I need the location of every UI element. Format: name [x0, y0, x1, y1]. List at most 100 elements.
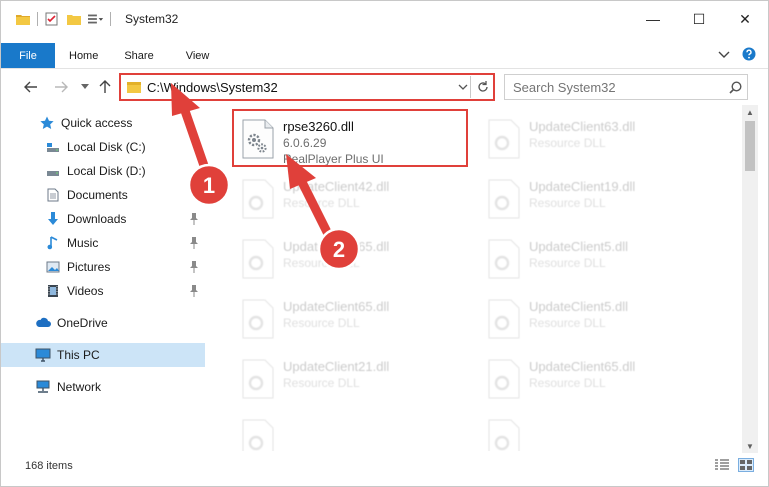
sidebar-item-label: Local Disk (C:)	[67, 140, 146, 154]
sidebar-item-quick-access[interactable]: Quick access	[1, 111, 205, 135]
list-item[interactable]: UpdateClient65.dll Resource DLL	[233, 231, 473, 291]
sidebar-item-this-pc[interactable]: This PC	[1, 343, 205, 367]
pin-icon[interactable]	[189, 237, 199, 249]
drive-icon	[45, 139, 61, 155]
ribbon-tabs: File Home Share View	[1, 43, 768, 69]
customize-toolbar-icon[interactable]	[88, 11, 104, 27]
file-type: Resource DLL	[529, 196, 606, 210]
list-item[interactable]: UpdateClient63.dll Resource DLL	[479, 111, 719, 171]
file-name: UpdateClient65.dll	[283, 239, 390, 254]
navigation-pane: Quick access Local Disk (C:) Local Disk …	[1, 109, 207, 449]
sidebar-item-label: Network	[57, 380, 102, 394]
forward-arrow-icon[interactable]	[51, 77, 71, 97]
pin-icon[interactable]	[189, 261, 199, 273]
file-name: UpdateClient5.dll	[529, 239, 629, 254]
close-button[interactable]: ✕	[722, 1, 768, 37]
sidebar-item-pictures[interactable]: Pictures	[1, 255, 205, 279]
refresh-icon[interactable]	[473, 76, 493, 98]
back-arrow-icon[interactable]	[21, 77, 41, 97]
address-bar[interactable]: C:\Windows\System32	[119, 73, 495, 101]
tab-file[interactable]: File	[1, 43, 55, 68]
dll-gear-icon	[488, 299, 520, 339]
file-type: Resource DLL	[283, 316, 360, 330]
tab-home[interactable]: Home	[55, 43, 112, 68]
sidebar-item-local-disk-c[interactable]: Local Disk (C:)	[1, 135, 205, 159]
dll-gear-icon	[488, 239, 520, 279]
sidebar-item-label: Videos	[67, 284, 104, 298]
up-arrow-icon[interactable]	[95, 77, 115, 97]
file-name: UpdateClient42.dll	[283, 179, 390, 194]
file-details: UpdateClient21.dll Resource DLL	[283, 359, 389, 391]
music-icon	[45, 235, 61, 251]
sidebar-item-network[interactable]: Network	[1, 375, 205, 399]
address-dropdown-icon[interactable]	[455, 76, 471, 98]
scroll-up-icon[interactable]: ▲	[742, 105, 758, 119]
details-view-icon[interactable]	[714, 458, 730, 472]
ribbon-right	[718, 47, 756, 64]
list-item[interactable]: UpdateClient65.dll Resource DLL	[479, 351, 719, 411]
star-icon	[39, 115, 55, 131]
file-details: UpdateClient5.dll Resource DLL	[529, 299, 628, 331]
folder-icon	[127, 81, 141, 93]
search-icon[interactable]	[723, 80, 747, 94]
toolbar-separator	[37, 12, 38, 26]
expand-ribbon-icon[interactable]	[718, 49, 730, 63]
sidebar-item-videos[interactable]: Videos	[1, 279, 205, 303]
dll-gear-icon	[242, 419, 274, 451]
file-type: Resource DLL	[529, 256, 606, 270]
videos-icon	[45, 283, 61, 299]
highlight-box	[232, 109, 468, 167]
sidebar-item-local-disk-d[interactable]: Local Disk (D:)	[1, 159, 205, 183]
list-item[interactable]: UpdateClient19.dll Resource DLL	[479, 171, 719, 231]
tiles-view-icon[interactable]	[738, 458, 754, 472]
pictures-icon	[45, 259, 61, 275]
recent-locations-icon[interactable]	[75, 77, 95, 97]
minimize-button[interactable]: —	[630, 1, 676, 37]
maximize-button[interactable]: ☐	[676, 1, 722, 37]
list-item[interactable]	[479, 411, 719, 451]
search-input[interactable]	[513, 79, 723, 95]
cloud-icon	[35, 315, 51, 331]
list-item[interactable]	[233, 411, 473, 451]
title-bar: System32 — ☐ ✕	[1, 1, 768, 37]
sidebar-item-onedrive[interactable]: OneDrive	[1, 311, 205, 335]
file-details: UpdateClient65.dll Resource DLL	[283, 239, 389, 271]
sidebar-item-label: Documents	[67, 188, 128, 202]
list-item[interactable]: UpdateClient65.dll Resource DLL	[233, 291, 473, 351]
sidebar-item-downloads[interactable]: Downloads	[1, 207, 205, 231]
vertical-scrollbar[interactable]: ▲ ▼	[742, 105, 758, 453]
list-item[interactable]: UpdateClient42.dll Resource DLL	[233, 171, 473, 231]
pin-icon[interactable]	[189, 213, 199, 225]
tab-share[interactable]: Share	[112, 43, 167, 68]
documents-icon	[45, 187, 61, 203]
search-box[interactable]	[504, 74, 748, 100]
tab-view[interactable]: View	[168, 43, 224, 68]
dll-gear-icon	[242, 299, 274, 339]
sidebar-item-music[interactable]: Music	[1, 231, 205, 255]
list-item[interactable]: UpdateClient5.dll Resource DLL	[479, 291, 719, 351]
scrollbar-thumb[interactable]	[745, 121, 755, 171]
help-icon[interactable]	[742, 47, 756, 64]
file-type: Resource DLL	[283, 256, 360, 270]
sidebar-item-label: This PC	[57, 348, 100, 362]
window-title: System32	[125, 12, 179, 26]
file-type: Resource DLL	[529, 376, 606, 390]
list-item[interactable]: UpdateClient5.dll Resource DLL	[479, 231, 719, 291]
scroll-down-icon[interactable]: ▼	[742, 439, 758, 453]
sidebar-item-label: Downloads	[67, 212, 127, 226]
sidebar-item-documents[interactable]: Documents	[1, 183, 205, 207]
properties-icon[interactable]	[44, 11, 60, 27]
new-folder-icon[interactable]	[66, 11, 82, 27]
folder-icon[interactable]	[15, 11, 31, 27]
pin-icon[interactable]	[189, 285, 199, 297]
list-item[interactable]: UpdateClient21.dll Resource DLL	[233, 351, 473, 411]
sidebar-item-label: Pictures	[67, 260, 111, 274]
dll-gear-icon	[488, 179, 520, 219]
dll-gear-icon	[488, 119, 520, 159]
drive-icon	[45, 163, 61, 179]
file-name: UpdateClient63.dll	[529, 119, 636, 134]
file-type: Resource DLL	[529, 316, 606, 330]
file-name: UpdateClient21.dll	[283, 359, 390, 374]
sidebar-item-label: Local Disk (D:)	[67, 164, 146, 178]
address-path[interactable]: C:\Windows\System32	[147, 80, 455, 95]
